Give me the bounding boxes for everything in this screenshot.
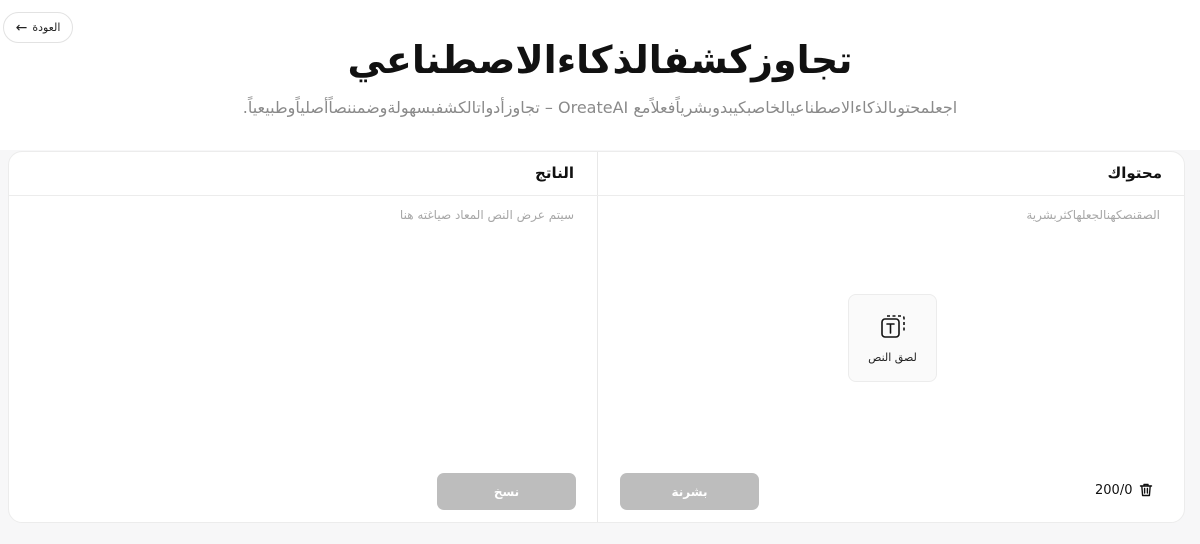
trash-icon[interactable]	[1138, 482, 1154, 498]
paste-text-icon	[879, 313, 907, 345]
panel-divider	[597, 152, 598, 522]
page-title: تجاوزكشفالذكاءالاصطناعي	[347, 38, 853, 82]
back-label: العودة	[32, 21, 61, 34]
paste-text-button[interactable]: لصق النص	[848, 294, 937, 382]
paste-text-label: لصق النص	[868, 350, 917, 364]
character-counter: 200/0	[1095, 482, 1154, 498]
humanize-button[interactable]: بشرنة	[620, 473, 759, 510]
input-textarea[interactable]: الصقنصكهنالجعلهاكثربشرية	[1026, 208, 1160, 222]
editor-card: محتواك الصقنصكهنالجعلهاكثربشرية لصق النص…	[8, 151, 1185, 523]
output-area: سيتم عرض النص المعاد صياغته هنا	[399, 208, 574, 222]
copy-button[interactable]: نسخ	[437, 473, 576, 510]
page: ← العودة تجاوزكشفالذكاءالاصطناعي اجعلمحت…	[0, 0, 1200, 544]
counter-value: 200/0	[1095, 482, 1133, 498]
page-subtitle: اجعلمحتوىالذكاءالاصطناعيالخاصبكيبدوبشريا…	[242, 98, 958, 117]
output-panel-title: الناتج	[535, 164, 574, 182]
arrow-left-icon: ←	[15, 19, 28, 36]
header-divider	[9, 195, 1184, 196]
input-panel-title: محتواك	[1107, 164, 1162, 182]
